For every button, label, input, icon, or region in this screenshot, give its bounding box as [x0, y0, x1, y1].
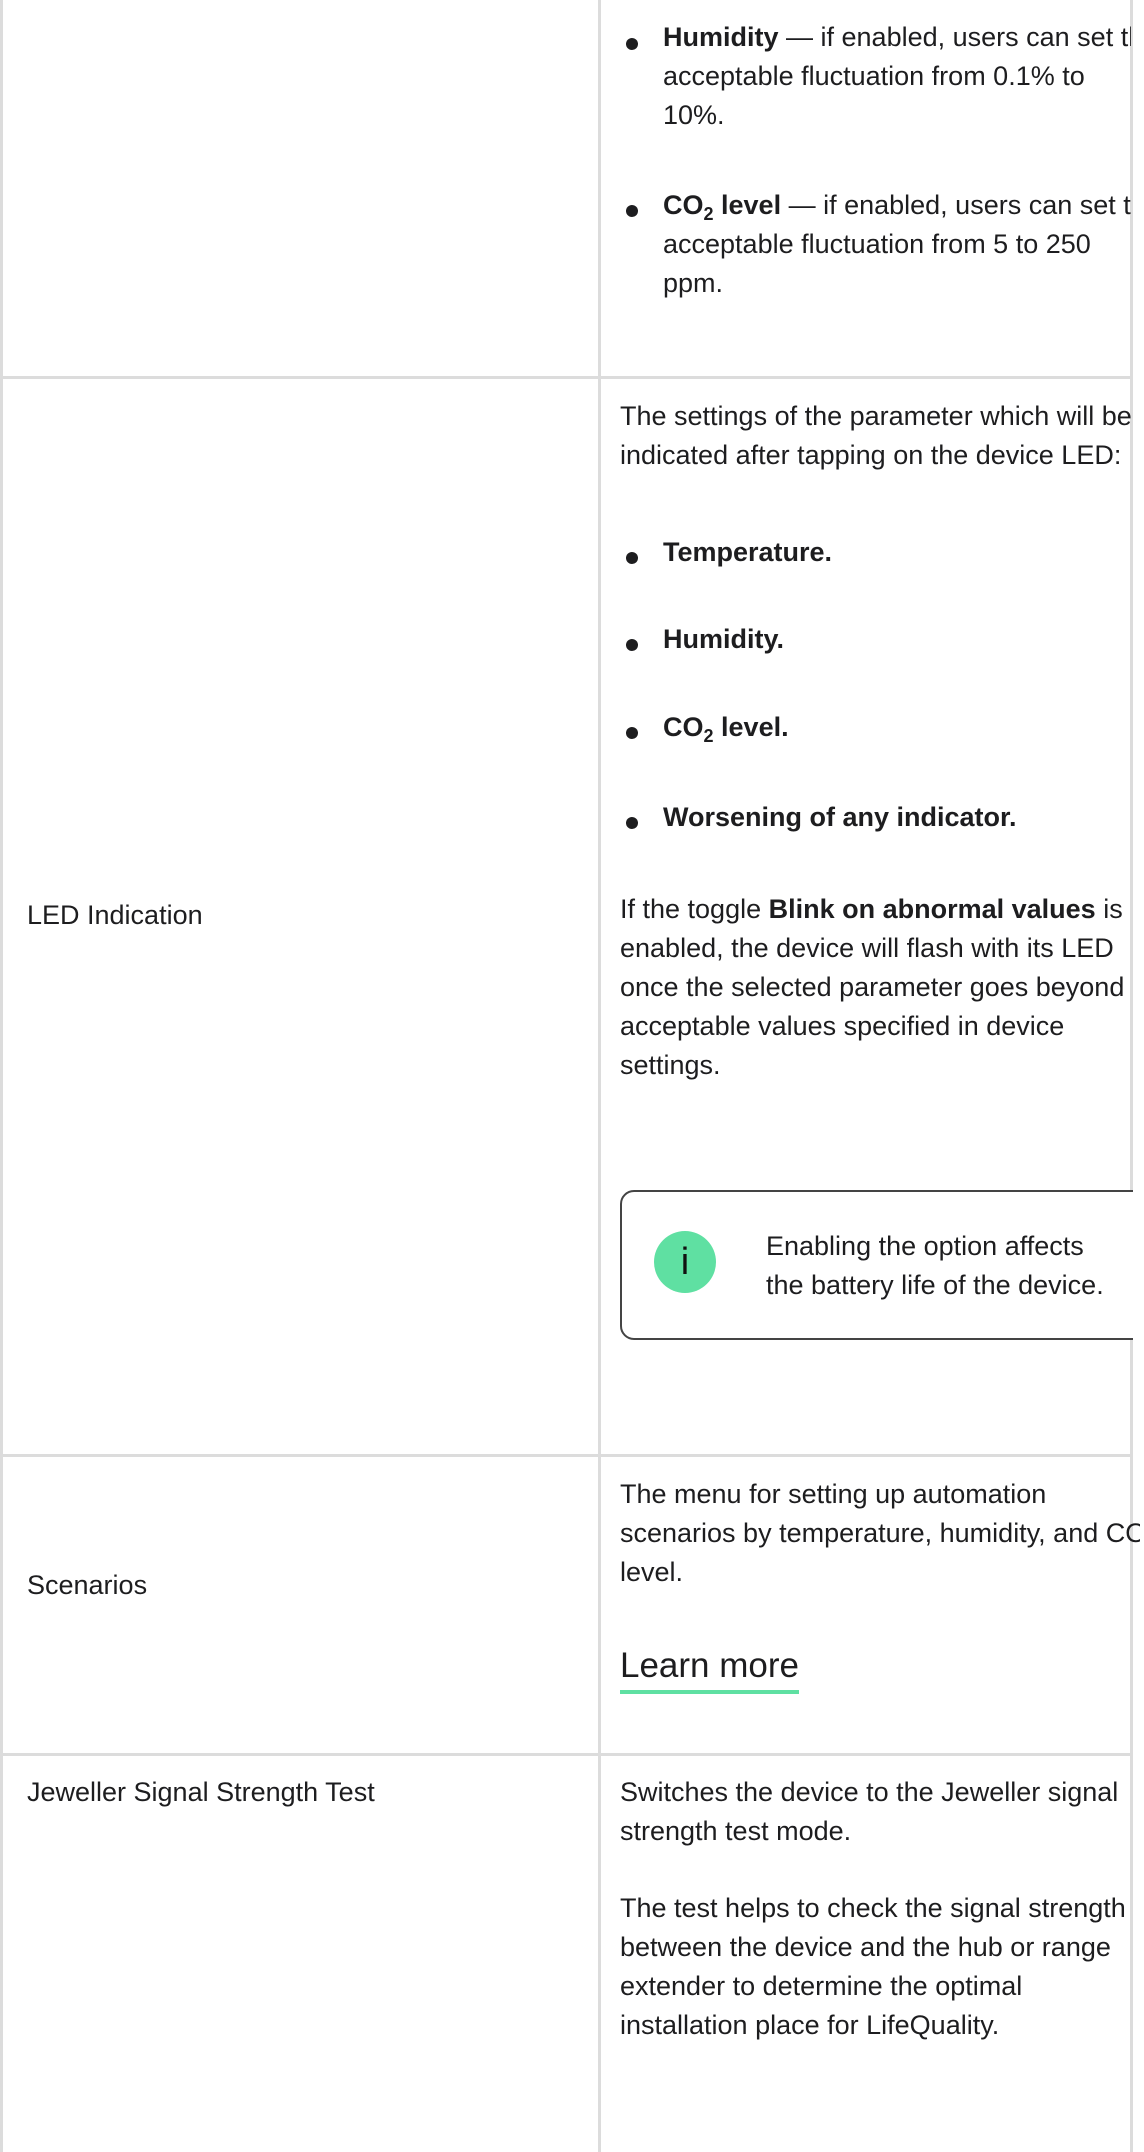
row-divider-2 — [0, 1454, 1130, 1457]
jeweller-desc-line: strength test mode. — [620, 1816, 852, 1846]
blink-paragraph-line: enabled, the device will flash with its … — [620, 933, 1114, 963]
jeweller-desc-line: extender to determine the optimal — [620, 1971, 1023, 2001]
setting-label: Jeweller Signal Strength Test — [27, 1777, 375, 1807]
bullet-dot — [626, 552, 638, 564]
jeweller-desc-line: installation place for LifeQuality. — [620, 2010, 1000, 2040]
row-divider-1 — [0, 376, 1130, 379]
blink-paragraph-line: once the selected parameter goes beyond — [620, 972, 1125, 1002]
settings-table: Humidity — if enabled, users can set the… — [0, 0, 1144, 2152]
bullet-dot — [626, 727, 638, 739]
humidity-fluctuation-line: 10%. — [663, 100, 725, 130]
led-option-co2: CO2 level. — [663, 712, 789, 746]
info-note-text: Enabling the option affects the battery … — [766, 1231, 1104, 1300]
scenarios-desc-line: The menu for setting up automation — [620, 1479, 1047, 1509]
led-option-temperature: Temperature. — [663, 537, 833, 567]
led-option-worsening: Worsening of any indicator. — [663, 802, 1017, 832]
blink-paragraph-line: If the toggle Blink on abnormal values i… — [620, 894, 1123, 924]
bullet-dot — [626, 38, 638, 50]
setting-label: Scenarios — [27, 1570, 148, 1600]
table-divider-left — [0, 0, 3, 2152]
scenarios-desc-line: level. — [620, 1557, 684, 1587]
blink-paragraph-line: settings. — [620, 1050, 721, 1080]
bullet-dot — [626, 205, 638, 217]
led-intro-line: indicated after tapping on the device LE… — [620, 440, 1122, 470]
setting-label: LED Indication — [27, 900, 203, 930]
row-divider-3 — [0, 1753, 1130, 1756]
co2-fluctuation-line: acceptable fluctuation from 5 to 250 — [663, 229, 1091, 259]
info-icon: i — [654, 1231, 716, 1293]
co2-fluctuation-line: ppm. — [663, 268, 724, 298]
humidity-fluctuation-line: acceptable fluctuation from 0.1% to — [663, 61, 1085, 91]
co2-fluctuation-item: CO2 level — if enabled, users can set th… — [663, 190, 1131, 224]
led-option-humidity: Humidity. — [663, 624, 784, 654]
blink-paragraph-line: acceptable values specified in device — [620, 1011, 1065, 1041]
bullet-dot — [626, 639, 638, 651]
humidity-fluctuation-item: Humidity — if enabled, users can set the — [663, 22, 1131, 52]
info-note: i Enabling the option affects the batter… — [620, 1190, 1144, 1340]
jeweller-desc-line: Switches the device to the Jeweller sign… — [620, 1777, 1119, 1807]
scenarios-desc-line: scenarios by temperature, humidity, and … — [620, 1518, 1140, 1548]
learn-more-link[interactable]: Learn more — [620, 1644, 799, 1694]
bullet-dot — [626, 817, 638, 829]
jeweller-desc-line: between the device and the hub or range — [620, 1932, 1111, 1962]
jeweller-desc-line: The test helps to check the signal stren… — [620, 1893, 1126, 1923]
table-divider-middle — [598, 0, 601, 2152]
led-intro-line: The settings of the parameter which will… — [620, 401, 1132, 431]
